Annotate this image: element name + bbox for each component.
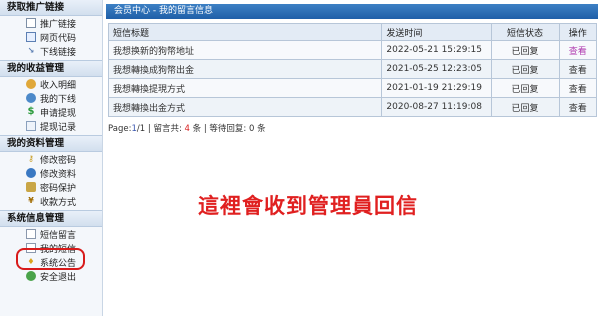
sidebar-item-edit-profile[interactable]: 修改资料 — [0, 166, 102, 180]
message-title: 我想轉換提現方式 — [107, 78, 383, 98]
column-header-time: 发送时间 — [381, 23, 492, 41]
view-button[interactable]: 查看 — [558, 78, 598, 98]
sidebar-item-promo-link[interactable]: 推广链接 — [0, 16, 102, 30]
bell-icon: ♦ — [27, 257, 35, 266]
sidebar-item-label: 申请提现 — [40, 108, 77, 119]
sidebar-item-password-protect[interactable]: 密码保护 — [0, 180, 102, 194]
table-row: 我想轉換出金方式 2020-08-27 11:19:08 已回复 查看 — [107, 97, 598, 117]
sidebar-item-my-downline[interactable]: 我的下线 — [0, 91, 102, 105]
message-count-label: | 留言共: — [145, 124, 185, 134]
message-time: 2021-01-19 21:29:19 — [381, 78, 492, 98]
message-title: 我想换新的狗幣地址 — [107, 40, 383, 60]
document-icon — [26, 18, 36, 28]
message-time: 2020-08-27 11:19:08 — [381, 97, 492, 117]
message-status: 已回复 — [490, 40, 560, 60]
code-icon — [26, 32, 36, 42]
sidebar-item-label: 网页代码 — [40, 33, 77, 44]
section-title-profile: 我的资料管理 — [0, 135, 102, 152]
sidebar-item-label: 系统公告 — [40, 258, 77, 269]
section-title-earnings: 我的收益管理 — [0, 60, 102, 77]
sidebar-item-change-password[interactable]: ⚷ 修改密码 — [0, 152, 102, 166]
sidebar-item-label: 密码保护 — [40, 183, 77, 194]
sidebar-item-label: 安全退出 — [40, 272, 77, 283]
column-header-title: 短信标题 — [107, 23, 383, 41]
key-icon: ⚷ — [28, 154, 34, 163]
message-time: 2022-05-21 15:29:15 — [381, 40, 492, 60]
sidebar-item-payment-method[interactable]: ¥ 收款方式 — [0, 194, 102, 208]
sidebar-item-label: 下线链接 — [40, 47, 77, 58]
view-button[interactable]: 查看 — [558, 40, 598, 60]
coin-icon — [26, 79, 36, 89]
sidebar-item-label: 收入明细 — [40, 80, 77, 91]
message-title: 我想轉換出金方式 — [107, 97, 383, 117]
table-row: 我想轉換提現方式 2021-01-19 21:29:19 已回复 查看 — [107, 78, 598, 98]
view-button[interactable]: 查看 — [558, 59, 598, 79]
sidebar-item-label: 修改密码 — [40, 155, 77, 166]
column-header-status: 短信状态 — [490, 23, 560, 41]
view-button[interactable]: 查看 — [558, 97, 598, 117]
user-icon — [26, 93, 36, 103]
sidebar-item-announcements[interactable]: ♦ 系统公告 — [0, 255, 102, 269]
dollar-icon: $ — [27, 106, 35, 117]
sidebar-item-downline-link[interactable]: ↘ 下线链接 — [0, 44, 102, 58]
message-status: 已回复 — [490, 78, 560, 98]
users-icon — [26, 168, 36, 178]
main-content: 会员中心 - 我的留言信息 短信标题 发送时间 短信状态 操作 我想换新的狗幣地… — [106, 0, 600, 316]
sidebar: 获取推广链接 推广链接 网页代码 ↘ 下线链接 我的收益管理 收入明细 我的下线… — [0, 0, 103, 316]
annotation-text: 這裡會收到管理員回信 — [198, 194, 418, 218]
mail-icon — [26, 243, 36, 253]
table-row: 我想换新的狗幣地址 2022-05-21 15:29:15 已回复 查看 — [107, 40, 598, 60]
sidebar-item-logout[interactable]: 安全退出 — [0, 269, 102, 283]
page: 获取推广链接 推广链接 网页代码 ↘ 下线链接 我的收益管理 收入明细 我的下线… — [0, 0, 600, 316]
pending-unit: 条 — [254, 124, 266, 134]
column-header-op: 操作 — [558, 23, 598, 41]
sidebar-item-income-detail[interactable]: 收入明细 — [0, 77, 102, 91]
sidebar-item-label: 提现记录 — [40, 122, 77, 133]
yen-icon: ¥ — [28, 196, 34, 205]
sidebar-item-label: 修改资料 — [40, 169, 77, 180]
sidebar-item-label: 我的下线 — [40, 94, 77, 105]
sidebar-item-label: 推广链接 — [40, 19, 77, 30]
section-title-promo: 获取推广链接 — [0, 0, 102, 16]
lock-icon — [26, 182, 36, 192]
exit-icon — [26, 271, 36, 281]
table-header-row: 短信标题 发送时间 短信状态 操作 — [107, 23, 598, 41]
pending-label: | 等待回复: — [201, 124, 249, 134]
section-title-system: 系统信息管理 — [0, 210, 102, 227]
pager-label: Page: — [108, 124, 132, 134]
messages-table: 短信标题 发送时间 短信状态 操作 我想换新的狗幣地址 2022-05-21 1… — [107, 23, 598, 117]
sidebar-item-web-code[interactable]: 网页代码 — [0, 30, 102, 44]
message-time: 2021-05-25 12:23:05 — [381, 59, 492, 79]
sidebar-item-label: 短信留言 — [40, 230, 77, 241]
sidebar-item-withdraw-request[interactable]: $ 申请提现 — [0, 105, 102, 119]
sidebar-item-my-messages[interactable]: 我的短信 — [0, 241, 102, 255]
breadcrumb: 会员中心 - 我的留言信息 — [106, 4, 598, 19]
sidebar-item-label: 收款方式 — [40, 197, 77, 208]
table-row: 我想轉換成狗幣出金 2021-05-25 12:23:05 已回复 查看 — [107, 59, 598, 79]
message-count-unit: 条 — [189, 124, 202, 134]
list-icon — [26, 121, 36, 131]
sidebar-item-label: 我的短信 — [40, 244, 77, 255]
message-status: 已回复 — [490, 59, 560, 79]
pager: Page:1/1 | 留言共: 4 条 | 等待回复: 0 条 — [108, 122, 600, 134]
sidebar-item-sms-message[interactable]: 短信留言 — [0, 227, 102, 241]
message-status: 已回复 — [490, 97, 560, 117]
message-title: 我想轉換成狗幣出金 — [107, 59, 383, 79]
sidebar-item-withdraw-history[interactable]: 提现记录 — [0, 119, 102, 133]
link-icon: ↘ — [27, 46, 35, 55]
mail-icon — [26, 229, 36, 239]
